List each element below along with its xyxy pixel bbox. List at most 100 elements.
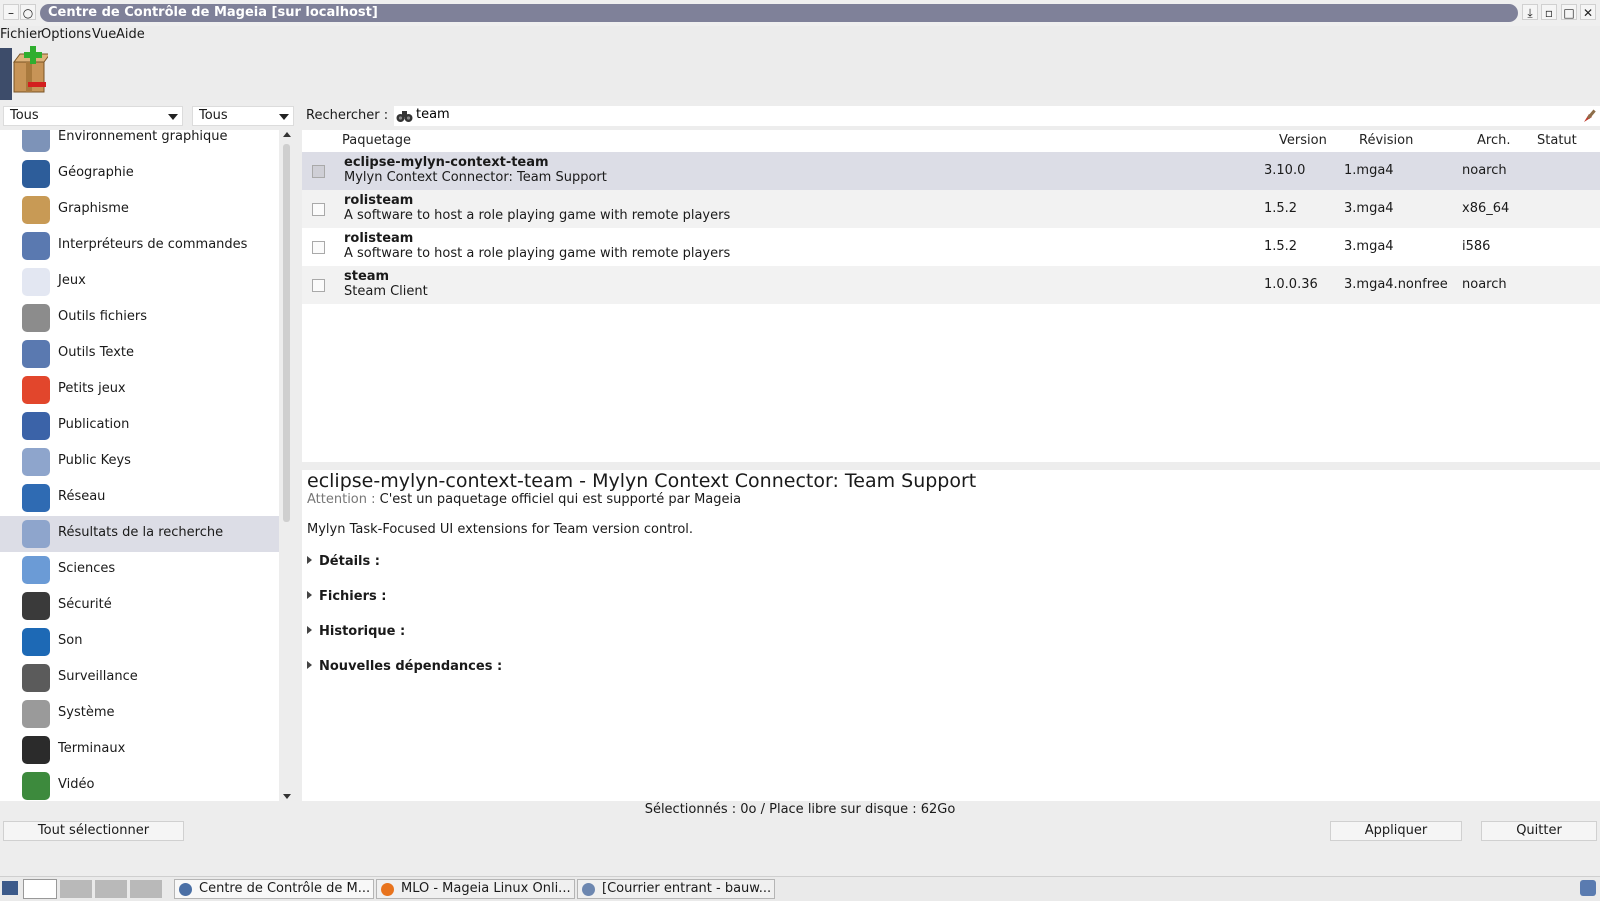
menu-bar: Fichier Options Vue Aide <box>0 26 1600 44</box>
category-item[interactable]: Vidéo <box>0 768 279 801</box>
task-mail[interactable]: [Courrier entrant - bauw... <box>577 879 775 899</box>
details-title: eclipse-mylyn-context-team - Mylyn Conte… <box>307 470 977 492</box>
category-item[interactable]: Sécurité <box>0 588 279 624</box>
search-input[interactable] <box>416 107 1556 122</box>
select-all-button[interactable]: Tout sélectionner <box>3 821 184 841</box>
category-filter-combo[interactable]: Tous <box>3 106 183 126</box>
category-label: Son <box>58 633 83 648</box>
scroll-down-icon[interactable] <box>283 794 291 799</box>
category-item[interactable]: Géographie <box>0 156 279 192</box>
sticky-button[interactable]: ○ <box>20 4 36 20</box>
category-label: Environnement graphique <box>58 130 228 144</box>
category-scrollbar[interactable] <box>280 130 294 801</box>
menu-fichier[interactable]: Fichier <box>0 27 43 42</box>
binoculars-icon <box>396 111 413 122</box>
category-item[interactable]: Son <box>0 624 279 660</box>
category-item[interactable]: Réseau <box>0 480 279 516</box>
maximize-button[interactable]: □ <box>1561 4 1577 20</box>
search-field[interactable] <box>394 106 1600 126</box>
menu-aide[interactable]: Aide <box>116 27 145 42</box>
expander-icon[interactable] <box>7 203 15 217</box>
category-item[interactable]: Graphisme <box>0 192 279 228</box>
category-item[interactable]: Surveillance <box>0 660 279 696</box>
mail-client-icon <box>582 883 595 896</box>
category-item[interactable]: Résultats de la recherche <box>0 516 279 552</box>
category-icon <box>22 340 50 368</box>
desktop-pager-3[interactable] <box>130 880 162 898</box>
category-icon <box>22 268 50 296</box>
close-button[interactable]: ✕ <box>1580 4 1596 20</box>
column-header-status[interactable]: Statut <box>1537 133 1577 148</box>
expander-icon <box>307 591 312 599</box>
section-details[interactable]: Détails : <box>307 554 380 569</box>
package-checkbox[interactable] <box>312 203 325 216</box>
window-menu-button[interactable]: – <box>3 4 19 20</box>
category-item[interactable]: Petits jeux <box>0 372 279 408</box>
task-control-center[interactable]: Centre de Contrôle de M... <box>174 879 374 899</box>
category-item[interactable]: Système <box>0 696 279 732</box>
desktop-pager-2[interactable] <box>95 880 127 898</box>
column-header-arch[interactable]: Arch. <box>1477 133 1510 148</box>
launcher-icon[interactable] <box>23 879 57 899</box>
category-label: Géographie <box>58 165 134 180</box>
table-row[interactable]: rolisteam A software to host a role playi… <box>302 228 1600 266</box>
category-icon <box>22 412 50 440</box>
expander-icon[interactable] <box>7 491 15 505</box>
expander-icon[interactable] <box>7 563 15 577</box>
package-version: 1.5.2 <box>1264 239 1298 254</box>
type-filter-combo[interactable]: Tous <box>192 106 294 126</box>
category-icon <box>22 196 50 224</box>
expander-icon[interactable] <box>7 131 15 145</box>
task-browser[interactable]: MLO - Mageia Linux Onli... <box>376 879 575 899</box>
section-history[interactable]: Historique : <box>307 624 405 639</box>
category-item[interactable]: Jeux <box>0 264 279 300</box>
category-icon <box>22 232 50 260</box>
column-header-revision[interactable]: Révision <box>1359 133 1413 148</box>
quit-button[interactable]: Quitter <box>1481 821 1597 841</box>
install-package-icon[interactable] <box>12 46 51 94</box>
package-checkbox[interactable] <box>312 241 325 254</box>
show-desktop-icon[interactable] <box>2 881 18 895</box>
expander-icon[interactable] <box>7 635 15 649</box>
menu-vue[interactable]: Vue <box>92 27 116 42</box>
category-item[interactable]: Outils Texte <box>0 336 279 372</box>
minimize-button[interactable]: ▫ <box>1541 4 1557 20</box>
category-item[interactable]: Public Keys <box>0 444 279 480</box>
column-header-version[interactable]: Version <box>1279 133 1327 148</box>
package-revision: 3.mga4.nonfree <box>1344 277 1448 292</box>
table-row[interactable]: rolisteam A software to host a role playi… <box>302 190 1600 228</box>
column-header-package[interactable]: Paquetage <box>342 133 411 148</box>
clear-search-icon[interactable] <box>1582 108 1598 124</box>
section-new-dependencies[interactable]: Nouvelles dépendances : <box>307 659 502 674</box>
category-label: Interpréteurs de commandes <box>58 237 248 252</box>
category-icon <box>22 160 50 188</box>
apply-button[interactable]: Appliquer <box>1330 821 1462 841</box>
scrollbar-thumb[interactable] <box>283 144 290 522</box>
expander-icon[interactable] <box>7 275 15 289</box>
taskbar: Centre de Contrôle de M... MLO - Mageia … <box>0 876 1600 901</box>
window-titlebar: – ○ Centre de Contrôle de Mageia [sur lo… <box>0 0 1600 26</box>
category-item[interactable]: Terminaux <box>0 732 279 768</box>
package-details: eclipse-mylyn-context-team - Mylyn Conte… <box>302 470 1600 801</box>
expander-icon[interactable] <box>7 707 15 721</box>
package-list: Paquetage Version Révision Arch. Statut … <box>302 130 1600 462</box>
category-item[interactable]: Publication <box>0 408 279 444</box>
menu-options[interactable]: Options <box>41 27 91 42</box>
desktop-pager-1[interactable] <box>60 880 92 898</box>
category-item[interactable]: Interpréteurs de commandes <box>0 228 279 264</box>
table-row[interactable]: eclipse-mylyn-context-team Mylyn Context … <box>302 152 1600 190</box>
package-checkbox[interactable] <box>312 165 325 178</box>
table-row[interactable]: steam Steam Client 1.0.0.36 3.mga4.nonfree n… <box>302 266 1600 304</box>
category-label: Sciences <box>58 561 116 576</box>
expander-icon[interactable] <box>7 779 15 793</box>
category-item[interactable]: Outils fichiers <box>0 300 279 336</box>
category-label: Outils fichiers <box>58 309 148 324</box>
category-item[interactable]: Sciences <box>0 552 279 588</box>
category-item[interactable]: Environnement graphique <box>0 130 279 156</box>
section-files[interactable]: Fichiers : <box>307 589 386 604</box>
tray-update-icon[interactable] <box>1580 880 1596 896</box>
package-checkbox[interactable] <box>312 279 325 292</box>
type-filter-value: Tous <box>199 108 228 123</box>
shade-button[interactable]: ⤓ <box>1522 4 1538 20</box>
scroll-up-icon[interactable] <box>283 132 291 137</box>
